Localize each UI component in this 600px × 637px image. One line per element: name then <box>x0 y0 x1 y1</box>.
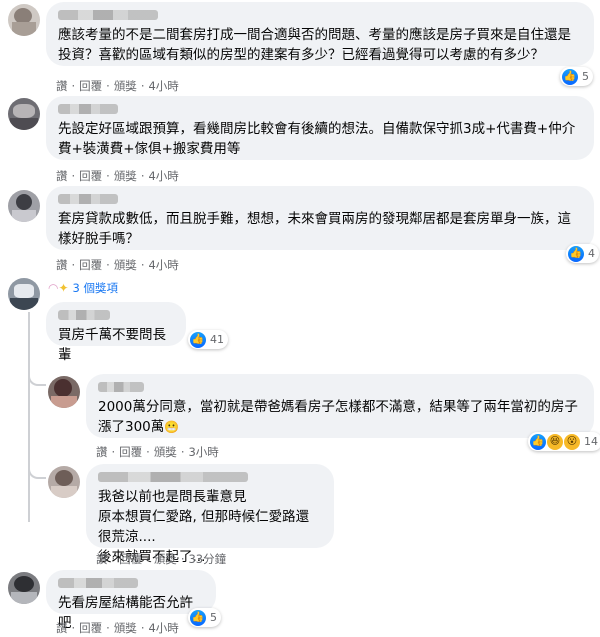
avatar[interactable] <box>8 98 40 130</box>
comment-text: 先設定好區域跟預算，看幾間房比較會有後續的想法。自備款保守抓3成+代書費+仲介費… <box>58 121 576 157</box>
reaction-count[interactable]: 👍 5 <box>560 67 593 86</box>
reaction-count[interactable]: 👍 5 <box>188 608 221 627</box>
like-button[interactable]: 讚 <box>56 78 68 94</box>
avatar[interactable] <box>8 278 40 310</box>
thread-line <box>28 312 30 522</box>
reaction-count[interactable]: 👍 41 <box>188 330 228 349</box>
award-button[interactable]: 頒獎 <box>154 444 177 460</box>
comment-actions: 讚 · 回覆 · 頒獎 · 4小時 <box>56 257 179 273</box>
award-button[interactable]: 頒獎 <box>114 78 137 94</box>
thread-connector <box>28 455 46 479</box>
comment-actions: 讚 · 回覆 · 頒獎 · 4小時 <box>56 168 179 184</box>
avatar[interactable] <box>48 376 80 408</box>
comment-bubble: 應該考量的不是二間套房打成一間合適與否的問題、考量的應該是房子買來是自住還是投資… <box>46 2 594 66</box>
commenter-name[interactable] <box>58 578 138 588</box>
timestamp[interactable]: 4小時 <box>148 620 178 636</box>
reply-button[interactable]: 回覆 <box>79 257 102 273</box>
comment-bubble: 先看房屋結構能否允許吧 <box>46 570 216 631</box>
like-icon: 👍 <box>530 433 546 450</box>
avatar[interactable] <box>48 466 80 498</box>
reply-bubble: 2000萬分同意，當初就是帶爸媽看房子怎樣都不滿意，結果等了兩年當初的房子漲了3… <box>86 374 594 438</box>
comment-actions: 讚 · 回覆 · 頒獎 · 3小時 <box>96 444 219 460</box>
commenter-name[interactable] <box>58 104 118 114</box>
commenter-name[interactable] <box>98 382 144 392</box>
award-button[interactable]: 頒獎 <box>114 620 137 636</box>
like-icon: 👍 <box>190 609 206 626</box>
thread-connector <box>28 362 46 386</box>
reply-button[interactable]: 回覆 <box>119 444 142 460</box>
like-button[interactable]: 讚 <box>56 620 68 636</box>
timestamp[interactable]: 33分鐘 <box>188 551 226 567</box>
comment-bubble: 買房千萬不要問長輩 <box>46 302 186 363</box>
avatar[interactable] <box>8 4 40 36</box>
comment-actions: 讚 · 回覆 · 頒獎 · 4小時 <box>56 78 179 94</box>
like-icon: 👍 <box>190 331 206 348</box>
reply-button[interactable]: 回覆 <box>79 168 102 184</box>
timestamp[interactable]: 4小時 <box>148 168 178 184</box>
awards-summary[interactable]: ◠ ✦ 3 個獎項 <box>48 280 118 296</box>
comment-bubble: 先設定好區域跟預算，看幾間房比較會有後續的想法。自備款保守抓3成+代書費+仲介費… <box>46 96 594 160</box>
comment-text: 套房貸款成數低，而且脫手難，想想，未來會買兩房的發現鄰居都是套房單身一族，這樣好… <box>58 211 571 247</box>
wow-icon: 😮 <box>564 433 580 450</box>
reply-button[interactable]: 回覆 <box>79 620 102 636</box>
timestamp[interactable]: 4小時 <box>148 78 178 94</box>
comment-actions: 讚 · 回覆 · 頒獎 · 33分鐘 <box>96 551 227 567</box>
avatar[interactable] <box>8 572 40 604</box>
like-icon: 👍 <box>568 245 584 262</box>
reaction-count[interactable]: 👍 4 <box>566 244 599 263</box>
grimace-emoji: 😬 <box>164 420 180 434</box>
reply-bubble: 我爸以前也是問長輩意見 原本想買仁愛路, 但那時候仁愛路還很荒涼.... 後來就… <box>86 464 334 565</box>
comment-text: 應該考量的不是二間套房打成一間合適與否的問題、考量的應該是房子買來是自住還是投資… <box>58 27 571 63</box>
like-icon: 👍 <box>562 68 578 85</box>
timestamp[interactable]: 4小時 <box>148 257 178 273</box>
commenter-name[interactable] <box>98 472 248 482</box>
comment-actions: 讚 · 回覆 · 頒獎 · 4小時 <box>56 620 179 636</box>
timestamp[interactable]: 3小時 <box>188 444 218 460</box>
commenter-name[interactable] <box>58 310 110 320</box>
award-icon: ◠ ✦ <box>48 281 69 295</box>
like-button[interactable]: 讚 <box>56 257 68 273</box>
reaction-count[interactable]: 👍 😆 😮 14 <box>528 432 600 451</box>
like-button[interactable]: 讚 <box>56 168 68 184</box>
award-button[interactable]: 頒獎 <box>114 168 137 184</box>
avatar[interactable] <box>8 190 40 222</box>
comment-text: 2000萬分同意，當初就是帶爸媽看房子怎樣都不滿意，結果等了兩年當初的房子漲了3… <box>98 399 578 435</box>
like-button[interactable]: 讚 <box>96 551 108 567</box>
commenter-name[interactable] <box>58 10 158 20</box>
reply-button[interactable]: 回覆 <box>119 551 142 567</box>
commenter-name[interactable] <box>58 194 118 204</box>
reply-button[interactable]: 回覆 <box>79 78 102 94</box>
like-button[interactable]: 讚 <box>96 444 108 460</box>
comment-bubble: 套房貸款成數低，而且脫手難，想想，未來會買兩房的發現鄰居都是套房單身一族，這樣好… <box>46 186 594 250</box>
awards-label: 3 個獎項 <box>72 281 119 295</box>
award-button[interactable]: 頒獎 <box>154 551 177 567</box>
comment-text: 買房千萬不要問長輩 <box>58 327 166 363</box>
award-button[interactable]: 頒獎 <box>114 257 137 273</box>
haha-icon: 😆 <box>547 433 563 450</box>
